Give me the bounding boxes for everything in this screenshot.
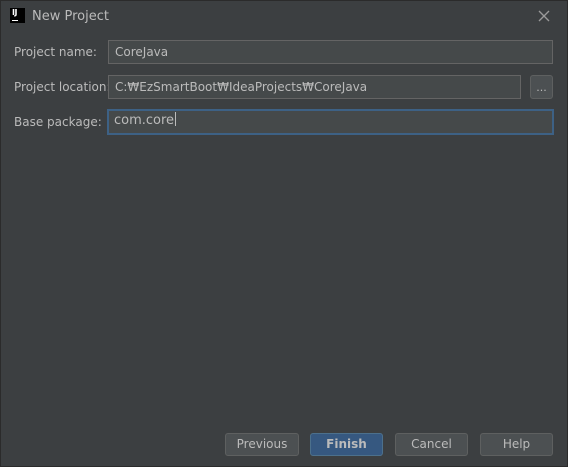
project-name-field[interactable]: CoreJava	[108, 40, 553, 64]
close-icon[interactable]	[536, 8, 552, 24]
finish-button[interactable]: Finish	[310, 433, 383, 456]
base-package-label: Base package:	[14, 115, 102, 129]
browse-location-button[interactable]: ...	[530, 75, 553, 99]
project-location-field[interactable]: C:₩EzSmartBoot₩IdeaProjects₩CoreJava	[108, 75, 521, 99]
base-package-field[interactable]: com.core	[107, 109, 554, 135]
window-title: New Project	[32, 9, 109, 24]
project-location-label: Project location:	[14, 80, 111, 94]
help-button[interactable]: Help	[480, 433, 553, 456]
previous-button[interactable]: Previous	[225, 433, 299, 456]
title-bar[interactable]: IJ New Project	[1, 1, 567, 33]
cancel-button[interactable]: Cancel	[395, 433, 468, 456]
new-project-dialog: IJ New Project Project name: CoreJava Pr…	[0, 0, 568, 467]
intellij-idea-icon: IJ	[10, 8, 25, 23]
base-package-value: com.core	[114, 113, 175, 128]
project-name-label: Project name:	[14, 45, 97, 59]
text-caret	[175, 112, 177, 126]
